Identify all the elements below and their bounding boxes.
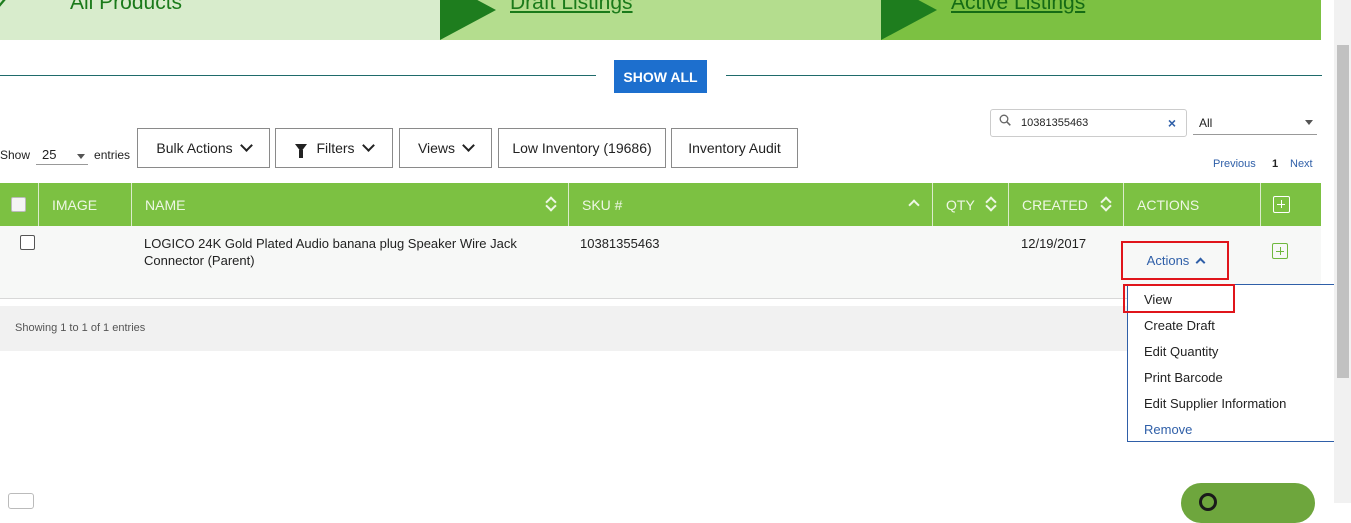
show-label: Show — [0, 148, 31, 162]
tab-all-products[interactable]: All Products — [0, 0, 440, 40]
sort-icon — [1101, 196, 1111, 212]
chevron-down-icon — [462, 139, 475, 152]
chevron-down-icon — [239, 139, 253, 152]
header-actions: ACTIONS — [1124, 183, 1261, 226]
highlight-box — [1121, 241, 1229, 280]
sort-icon — [986, 196, 996, 212]
chevron-down-icon — [361, 139, 375, 152]
tab-active-listings[interactable]: Active Listings — [881, 0, 1321, 40]
divider — [726, 75, 1322, 76]
cell-name: LOGICO 24K Gold Plated Audio banana plug… — [144, 236, 517, 268]
menu-item-edit-supplier[interactable]: Edit Supplier Information — [1144, 396, 1286, 411]
entries-value: 25 — [42, 147, 57, 162]
search-scope-value: All — [1199, 116, 1213, 130]
bottom-left-control[interactable] — [8, 493, 34, 509]
menu-item-print-barcode[interactable]: Print Barcode — [1144, 370, 1223, 385]
header-image: IMAGE — [39, 183, 132, 226]
inventory-audit-label: Inventory Audit — [688, 140, 781, 156]
header-sku[interactable]: SKU # — [569, 183, 933, 226]
check-icon — [0, 0, 76, 36]
search-input[interactable]: 10381355463 — [1021, 117, 1088, 129]
header-qty-label: QTY — [946, 196, 975, 213]
header-name[interactable]: NAME — [132, 183, 569, 226]
filters-button[interactable]: Filters — [275, 128, 393, 168]
show-entries: Show 25 entries — [0, 145, 130, 165]
menu-item-edit-quantity[interactable]: Edit Quantity — [1144, 344, 1218, 359]
bulk-actions-label: Bulk Actions — [156, 140, 233, 156]
header-created-label: CREATED — [1022, 196, 1088, 213]
plus-square-icon[interactable] — [1272, 243, 1288, 259]
entries-select[interactable]: 25 — [36, 145, 89, 165]
search-field[interactable]: 10381355463 × — [990, 109, 1187, 137]
pager-current[interactable]: 1 — [1272, 158, 1278, 170]
views-label: Views — [417, 140, 456, 156]
menu-item-remove[interactable]: Remove — [1144, 422, 1192, 437]
sort-icon — [546, 196, 556, 212]
header-name-label: NAME — [145, 196, 186, 213]
tab-draft-listings[interactable]: Draft Listings — [440, 0, 881, 40]
tab-label: All Products — [70, 0, 183, 14]
filter-icon — [295, 144, 308, 158]
filters-label: Filters — [316, 140, 355, 156]
row-checkbox[interactable] — [20, 235, 35, 250]
close-icon[interactable]: × — [1168, 115, 1176, 131]
views-button[interactable]: Views — [399, 128, 492, 168]
divider — [0, 75, 596, 76]
tab-label[interactable]: Draft Listings — [510, 0, 633, 15]
inventory-audit-button[interactable]: Inventory Audit — [671, 128, 798, 168]
tab-arrow-icon — [881, 0, 937, 40]
listing-tabs: All Products Draft Listings Active Listi… — [0, 0, 1321, 40]
entries-label: entries — [94, 148, 131, 162]
tab-label[interactable]: Active Listings — [951, 0, 1085, 15]
header-image-label: IMAGE — [52, 196, 98, 213]
show-all-button[interactable]: SHOW ALL — [614, 60, 707, 93]
low-inventory-button[interactable]: Low Inventory (19686) — [498, 128, 666, 168]
cell-created: 12/19/2017 — [1021, 236, 1087, 251]
table-header: IMAGE NAME SKU # QTY CREATED ACTIONS — [0, 183, 1321, 226]
header-columns-cell — [1261, 183, 1321, 226]
scrollbar-thumb[interactable] — [1337, 45, 1349, 378]
entries-summary: Showing 1 to 1 of 1 entries — [15, 322, 146, 334]
header-actions-label: ACTIONS — [1137, 196, 1200, 213]
menu-item-create-draft[interactable]: Create Draft — [1144, 318, 1215, 333]
chevron-up-icon — [908, 199, 920, 211]
header-qty[interactable]: QTY — [933, 183, 1009, 226]
pager-previous[interactable]: Previous — [1213, 158, 1256, 170]
chevron-down-icon — [1305, 120, 1313, 125]
help-icon — [1199, 493, 1217, 511]
plus-square-icon[interactable] — [1273, 196, 1290, 213]
header-select-cell — [0, 183, 39, 226]
bulk-actions-button[interactable]: Bulk Actions — [137, 128, 270, 168]
header-created[interactable]: CREATED — [1009, 183, 1124, 226]
header-sku-label: SKU # — [582, 196, 623, 213]
low-inventory-label: Low Inventory (19686) — [512, 140, 652, 156]
pager-next[interactable]: Next — [1290, 158, 1313, 170]
search-icon — [999, 114, 1011, 126]
cell-sku: 10381355463 — [580, 236, 660, 251]
chevron-down-icon — [77, 154, 86, 159]
highlight-box — [1123, 284, 1235, 313]
tab-arrow-icon — [440, 0, 496, 40]
select-all-checkbox[interactable] — [11, 197, 26, 212]
chat-widget-button[interactable] — [1181, 483, 1315, 523]
search-scope-select[interactable]: All — [1193, 110, 1317, 135]
